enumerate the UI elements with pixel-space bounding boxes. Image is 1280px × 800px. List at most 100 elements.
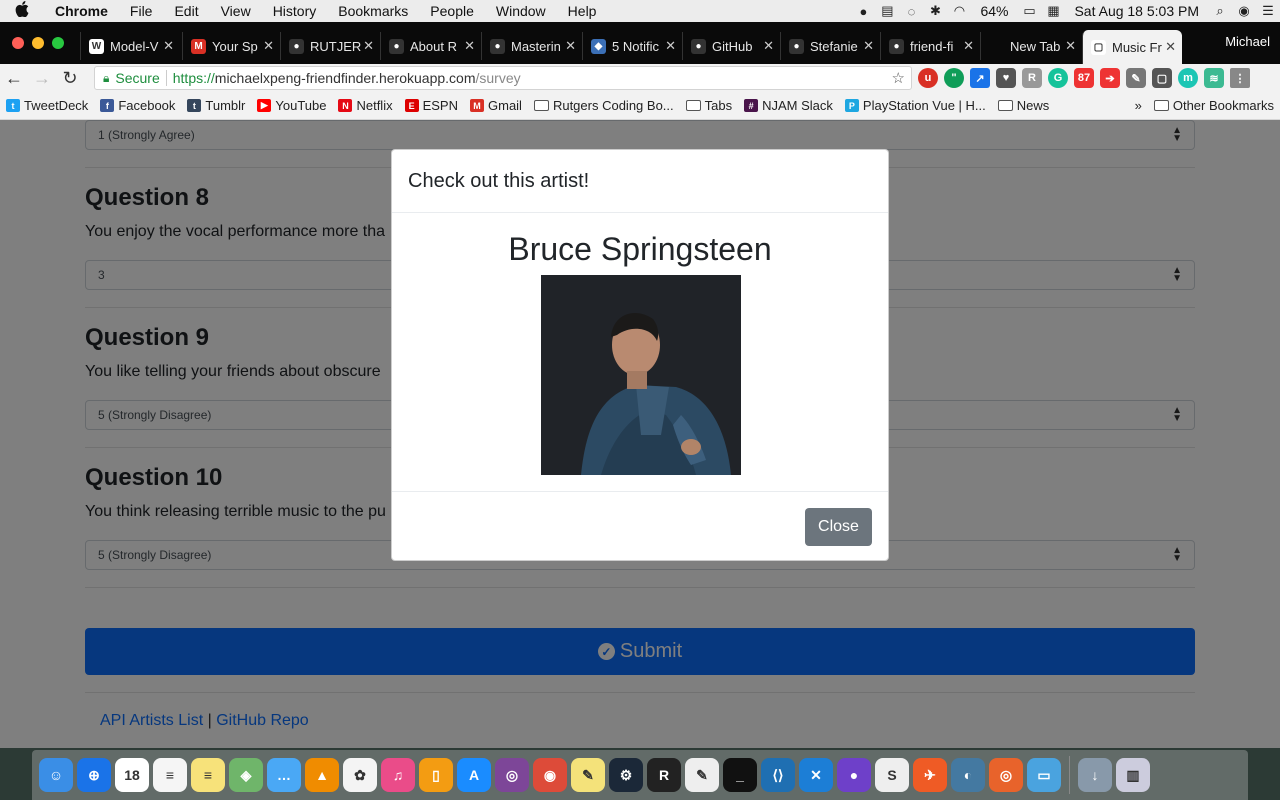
stack-icon[interactable]: ▤: [875, 3, 899, 19]
browser-tab[interactable]: ● friend-fi ✕: [880, 32, 980, 60]
bookmark-item[interactable]: M Gmail: [464, 98, 528, 113]
close-window-button[interactable]: [12, 37, 24, 49]
tab-close-icon[interactable]: ✕: [163, 38, 174, 54]
bookmark-star-icon[interactable]: ☆: [892, 69, 905, 87]
share-icon[interactable]: ↗: [970, 68, 990, 88]
browser-tab[interactable]: ● Masterin ✕: [481, 32, 582, 60]
browser-tab[interactable]: ● About R ✕: [380, 32, 481, 60]
tab-close-icon[interactable]: ✕: [963, 38, 974, 54]
tab-close-icon[interactable]: ✕: [1065, 38, 1076, 54]
dock-terminal-icon[interactable]: _: [723, 758, 757, 792]
momentum-icon[interactable]: m: [1178, 68, 1198, 88]
tab-close-icon[interactable]: ✕: [763, 38, 774, 54]
dock-screen-icon[interactable]: ▭: [1027, 758, 1061, 792]
menu-help[interactable]: Help: [557, 3, 608, 19]
menu-bookmarks[interactable]: Bookmarks: [327, 3, 419, 19]
dock-notes-icon[interactable]: ≡: [191, 758, 225, 792]
dock-chrome-icon[interactable]: ◉: [533, 758, 567, 792]
dock-xcode-icon[interactable]: ✕: [799, 758, 833, 792]
dock-ibooks-icon[interactable]: ▯: [419, 758, 453, 792]
bookmarks-overflow-button[interactable]: »: [1129, 98, 1148, 113]
dock-vlc-icon[interactable]: ▲: [305, 758, 339, 792]
screenshot-icon[interactable]: ▢: [1152, 68, 1172, 88]
menu-window[interactable]: Window: [485, 3, 557, 19]
bookmark-item[interactable]: t TweetDeck: [0, 98, 94, 113]
bookmark-item[interactable]: P PlayStation Vue | H...: [839, 98, 992, 113]
bookmark-item[interactable]: Tabs: [680, 98, 738, 113]
battery-icon[interactable]: ▭: [1017, 3, 1041, 19]
browser-tab[interactable]: New Tab ✕: [980, 32, 1082, 60]
clock[interactable]: Sat Aug 18 5:03 PM: [1065, 3, 1208, 19]
apple-menu-icon[interactable]: [0, 1, 44, 21]
hangouts-icon[interactable]: ": [944, 68, 964, 88]
bookmark-item[interactable]: News: [992, 98, 1056, 113]
notifications-badge-icon[interactable]: 87: [1074, 68, 1094, 88]
app-menu-chrome[interactable]: Chrome: [44, 3, 119, 19]
dock-downloads-icon[interactable]: ↓: [1078, 758, 1112, 792]
dock-postman-icon[interactable]: ✈: [913, 758, 947, 792]
dock-calendar-icon[interactable]: 18: [115, 758, 149, 792]
dock-app-store-icon[interactable]: A: [457, 758, 491, 792]
browser-tab[interactable]: ▢ Music Fr ✕: [1082, 30, 1182, 64]
menu-edit[interactable]: Edit: [163, 3, 209, 19]
wifi-icon[interactable]: ◠: [947, 3, 971, 19]
browser-tab[interactable]: M Your Sp ✕: [182, 32, 280, 60]
pocket-icon[interactable]: ♥: [996, 68, 1016, 88]
tab-close-icon[interactable]: ✕: [263, 38, 274, 54]
dock-trash-icon[interactable]: ▥: [1116, 758, 1150, 792]
sync-icon[interactable]: ◌: [899, 4, 923, 19]
tab-close-icon[interactable]: ✕: [565, 38, 576, 54]
arrow-extension-icon[interactable]: ➔: [1100, 68, 1120, 88]
minimize-window-button[interactable]: [32, 37, 44, 49]
menu-file[interactable]: File: [119, 3, 164, 19]
bookmark-item[interactable]: f Facebook: [94, 98, 181, 113]
forward-arrow-icon[interactable]: →: [28, 68, 56, 89]
dock-slack-icon[interactable]: S: [875, 758, 909, 792]
menu-view[interactable]: View: [210, 3, 262, 19]
reader-icon[interactable]: R: [1022, 68, 1042, 88]
dock-sequel-icon[interactable]: ◎: [989, 758, 1023, 792]
bookmark-item[interactable]: E ESPN: [399, 98, 464, 113]
eyedropper-icon[interactable]: ✎: [1126, 68, 1146, 88]
bluetooth-icon[interactable]: ✱: [923, 3, 947, 19]
tab-close-icon[interactable]: ✕: [464, 38, 475, 54]
tab-close-icon[interactable]: ✕: [665, 38, 676, 54]
notification-center-icon[interactable]: ☰: [1256, 3, 1280, 19]
tab-close-icon[interactable]: ✕: [863, 38, 874, 54]
dock-mysql-icon[interactable]: ◐: [951, 758, 985, 792]
browser-tab[interactable]: W Model-V ✕: [80, 32, 180, 60]
dock-reminders-icon[interactable]: ≡: [153, 758, 187, 792]
dock-github-desktop-icon[interactable]: ●: [837, 758, 871, 792]
siri-icon[interactable]: ◉: [1232, 3, 1256, 19]
dock-messages-icon[interactable]: …: [267, 758, 301, 792]
zoom-window-button[interactable]: [52, 37, 64, 49]
dock-vscode-icon[interactable]: ⟨⟩: [761, 758, 795, 792]
bookmark-item[interactable]: Rutgers Coding Bo...: [528, 98, 680, 113]
dock-maps-icon[interactable]: ◈: [229, 758, 263, 792]
dock-steam-icon[interactable]: ⚙: [609, 758, 643, 792]
bookmark-item[interactable]: t Tumblr: [181, 98, 251, 113]
chrome-menu-icon[interactable]: ⋮: [1230, 68, 1250, 88]
bookmark-item[interactable]: # NJAM Slack: [738, 98, 839, 113]
audio-icon[interactable]: ≋: [1204, 68, 1224, 88]
menu-people[interactable]: People: [419, 3, 485, 19]
battery-percentage[interactable]: 64%: [971, 3, 1017, 19]
close-modal-button[interactable]: Close: [805, 508, 872, 546]
back-arrow-icon[interactable]: ←: [0, 68, 28, 89]
dock-r-app-icon[interactable]: R: [647, 758, 681, 792]
bookmark-item[interactable]: N Netflix: [332, 98, 398, 113]
dock-tor-icon[interactable]: ◎: [495, 758, 529, 792]
tab-close-icon[interactable]: ✕: [363, 38, 374, 54]
reload-icon[interactable]: ↻: [56, 68, 84, 89]
profile-button[interactable]: Michael: [1225, 34, 1270, 49]
dock-safari-icon[interactable]: ⊕: [77, 758, 111, 792]
dock-stickies-icon[interactable]: ✎: [571, 758, 605, 792]
keyboard-icon[interactable]: ▦: [1041, 3, 1065, 19]
dock-photos-icon[interactable]: ✿: [343, 758, 377, 792]
tab-close-icon[interactable]: ✕: [1165, 39, 1176, 55]
browser-tab[interactable]: ● GitHub ✕: [682, 32, 780, 60]
dock-textedit-icon[interactable]: ✎: [685, 758, 719, 792]
bookmark-item[interactable]: ▶ YouTube: [251, 98, 332, 113]
menu-history[interactable]: History: [262, 3, 328, 19]
grammarly-icon[interactable]: G: [1048, 68, 1068, 88]
